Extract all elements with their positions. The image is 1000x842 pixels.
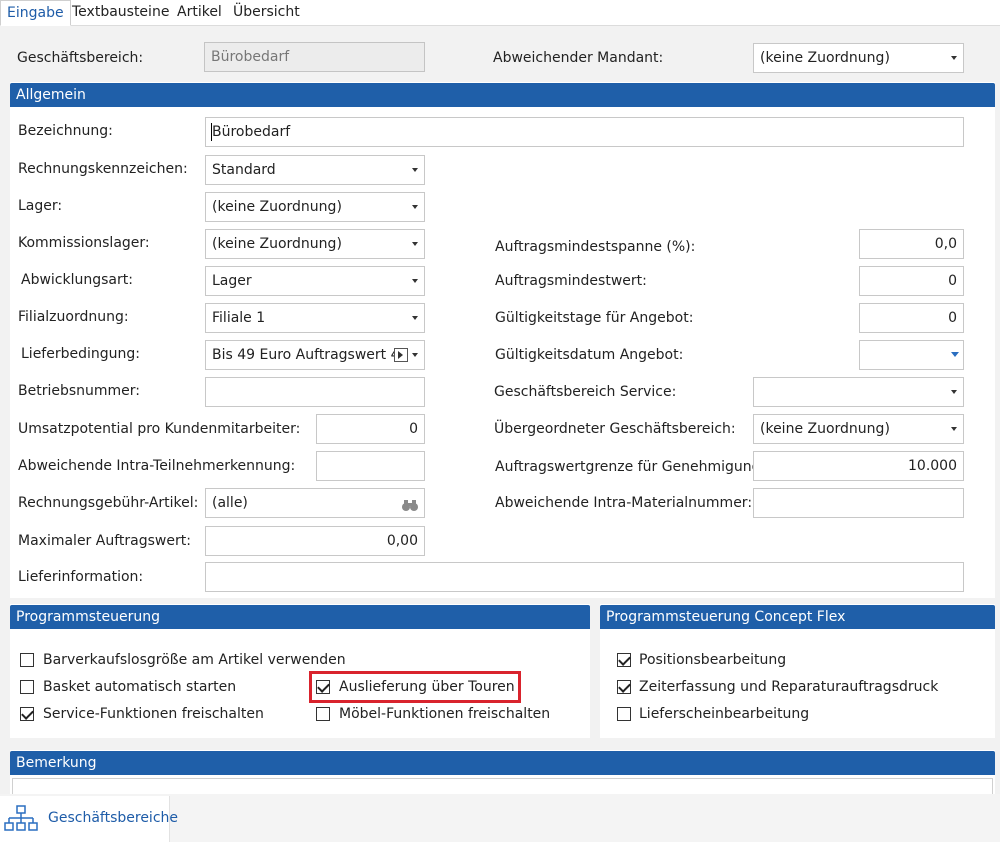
auslieferung-touren-label: Auslieferung über Touren [339,679,515,695]
nav-geschaeftsbereiche-label: Geschäftsbereiche [48,810,179,826]
lager-value: (keine Zuordnung) [212,199,342,215]
mindestspanne-input[interactable]: 0,0 [859,229,964,259]
concept-flex-header: Programmsteuerung Concept Flex [600,605,995,629]
uebergeordnet-label: Übergeordneter Geschäftsbereich: [494,421,736,437]
service-label: Geschäftsbereich Service: [494,384,677,400]
org-chart-icon [4,804,38,834]
wertgrenze-input[interactable]: 10.000 [753,451,964,481]
lieferschein-checkbox[interactable] [617,707,631,721]
chevron-down-icon [412,316,418,320]
intra-material-label: Abweichende Intra-Materialnummer: [495,495,753,511]
intra-teilnehmer-label: Abweichende Intra-Teilnehmerkennung: [18,458,296,474]
mindestwert-label: Auftragsmindestwert: [495,273,647,289]
rechnungskennzeichen-select[interactable]: Standard [205,155,425,185]
wertgrenze-label: Auftragswertgrenze für Genehmigung: [495,459,766,475]
betriebsnummer-input[interactable] [205,377,425,407]
rechnungsgebuehr-label: Rechnungsgebühr-Artikel: [18,495,199,511]
service-funktionen-checkbox[interactable] [20,707,34,721]
betriebsnummer-label: Betriebsnummer: [18,383,141,399]
service-select[interactable] [753,377,964,407]
mindestspanne-label: Auftragsmindestspanne (%): [495,239,696,255]
lieferbedingung-label: Lieferbedingung: [21,346,140,362]
bezeichnung-value: Bürobedarf [212,124,291,140]
binoculars-icon[interactable] [401,495,419,511]
filialzuordnung-value: Filiale 1 [212,310,266,326]
rechnungsgebuehr-input[interactable]: (alle) [205,488,425,518]
lieferbedingung-select[interactable]: Bis 49 Euro Auftragswert 4, [205,340,425,370]
tab-textbausteine[interactable]: Textbausteine [66,0,175,26]
basket-label: Basket automatisch starten [43,679,237,695]
mandant-value: (keine Zuordnung) [760,50,890,66]
max-auftragswert-input[interactable]: 0,00 [205,526,425,556]
uebergeordnet-value: (keine Zuordnung) [760,421,890,437]
zeiterfassung-label: Zeiterfassung und Reparaturauftragsdruck [639,679,939,695]
umsatzpotential-input[interactable]: 0 [316,414,425,444]
barverkauf-checkbox[interactable] [20,653,34,667]
intra-teilnehmer-input[interactable] [316,451,425,481]
programmsteuerung-header: Programmsteuerung [10,605,590,629]
umsatzpotential-label: Umsatzpotential pro Kundenmitarbeiter: [18,421,301,437]
mandant-select[interactable]: (keine Zuordnung) [753,43,964,73]
bezeichnung-label: Bezeichnung: [18,123,113,139]
tab-uebersicht[interactable]: Übersicht [227,0,306,26]
rechnungsgebuehr-value: (alle) [212,495,248,511]
auslieferung-touren-checkbox[interactable] [316,680,330,694]
chevron-down-icon [412,168,418,172]
chevron-down-icon [412,353,418,357]
zeiterfassung-checkbox[interactable] [617,680,631,694]
lager-label: Lager: [18,198,63,214]
kommissionslager-value: (keine Zuordnung) [212,236,342,252]
kommissionslager-select[interactable]: (keine Zuordnung) [205,229,425,259]
chevron-down-icon [951,56,957,60]
uebergeordnet-select[interactable]: (keine Zuordnung) [753,414,964,444]
nav-geschaeftsbereiche[interactable]: Geschäftsbereiche [0,796,178,842]
abwicklungsart-value: Lager [212,273,252,289]
lieferinformation-label: Lieferinformation: [18,569,144,585]
gueltigkeitstage-input[interactable]: 0 [859,303,964,333]
tab-bar: Eingabe Textbausteine Artikel Übersicht [0,0,1000,26]
intra-material-input[interactable] [753,488,964,518]
positionsbearbeitung-checkbox[interactable] [617,653,631,667]
abwicklungsart-label: Abwicklungsart: [21,272,133,288]
chevron-down-icon [412,242,418,246]
bezeichnung-input[interactable]: Bürobedarf [205,117,964,147]
tab-artikel[interactable]: Artikel [171,0,228,26]
geschaeftsbereich-field: Bürobedarf [204,42,425,72]
positionsbearbeitung-label: Positionsbearbeitung [639,652,787,668]
mindestwert-input[interactable]: 0 [859,266,964,296]
gueltigkeitsdatum-picker[interactable] [859,340,964,370]
allgemein-header: Allgemein [10,83,995,107]
barverkauf-label: Barverkaufslosgröße am Artikel verwenden [43,652,346,668]
service-funktionen-label: Service-Funktionen freischalten [43,706,264,722]
tab-eingabe[interactable]: Eingabe [0,0,71,26]
bemerkung-header: Bemerkung [10,751,995,775]
expand-text-icon[interactable] [394,348,408,362]
text-cursor [211,123,212,141]
moebel-checkbox[interactable] [316,707,330,721]
kommissionslager-label: Kommissionslager: [18,235,150,251]
lieferschein-label: Lieferscheinbearbeitung [639,706,810,722]
rechnungskennzeichen-label: Rechnungskennzeichen: [18,161,188,177]
chevron-down-icon [951,390,957,394]
rechnungskennzeichen-value: Standard [212,162,276,178]
lieferinformation-input[interactable] [205,562,964,592]
moebel-label: Möbel-Funktionen freischalten [339,706,551,722]
bemerkung-textarea[interactable] [12,778,993,794]
gueltigkeitstage-label: Gültigkeitstage für Angebot: [495,310,694,326]
gueltigkeitsdatum-label: Gültigkeitsdatum Angebot: [495,347,684,363]
geschaeftsbereich-label: Geschäftsbereich: [17,50,144,66]
filialzuordnung-label: Filialzuordnung: [18,309,129,325]
lager-select[interactable]: (keine Zuordnung) [205,192,425,222]
max-auftragswert-label: Maximaler Auftragswert: [18,533,191,549]
filialzuordnung-select[interactable]: Filiale 1 [205,303,425,333]
chevron-down-icon [412,205,418,209]
chevron-down-icon [951,427,957,431]
basket-checkbox[interactable] [20,680,34,694]
chevron-down-icon [412,279,418,283]
mandant-label: Abweichender Mandant: [493,50,664,66]
calendar-dropdown-icon [951,352,959,357]
lieferbedingung-value: Bis 49 Euro Auftragswert 4, [212,347,404,363]
abwicklungsart-select[interactable]: Lager [205,266,425,296]
